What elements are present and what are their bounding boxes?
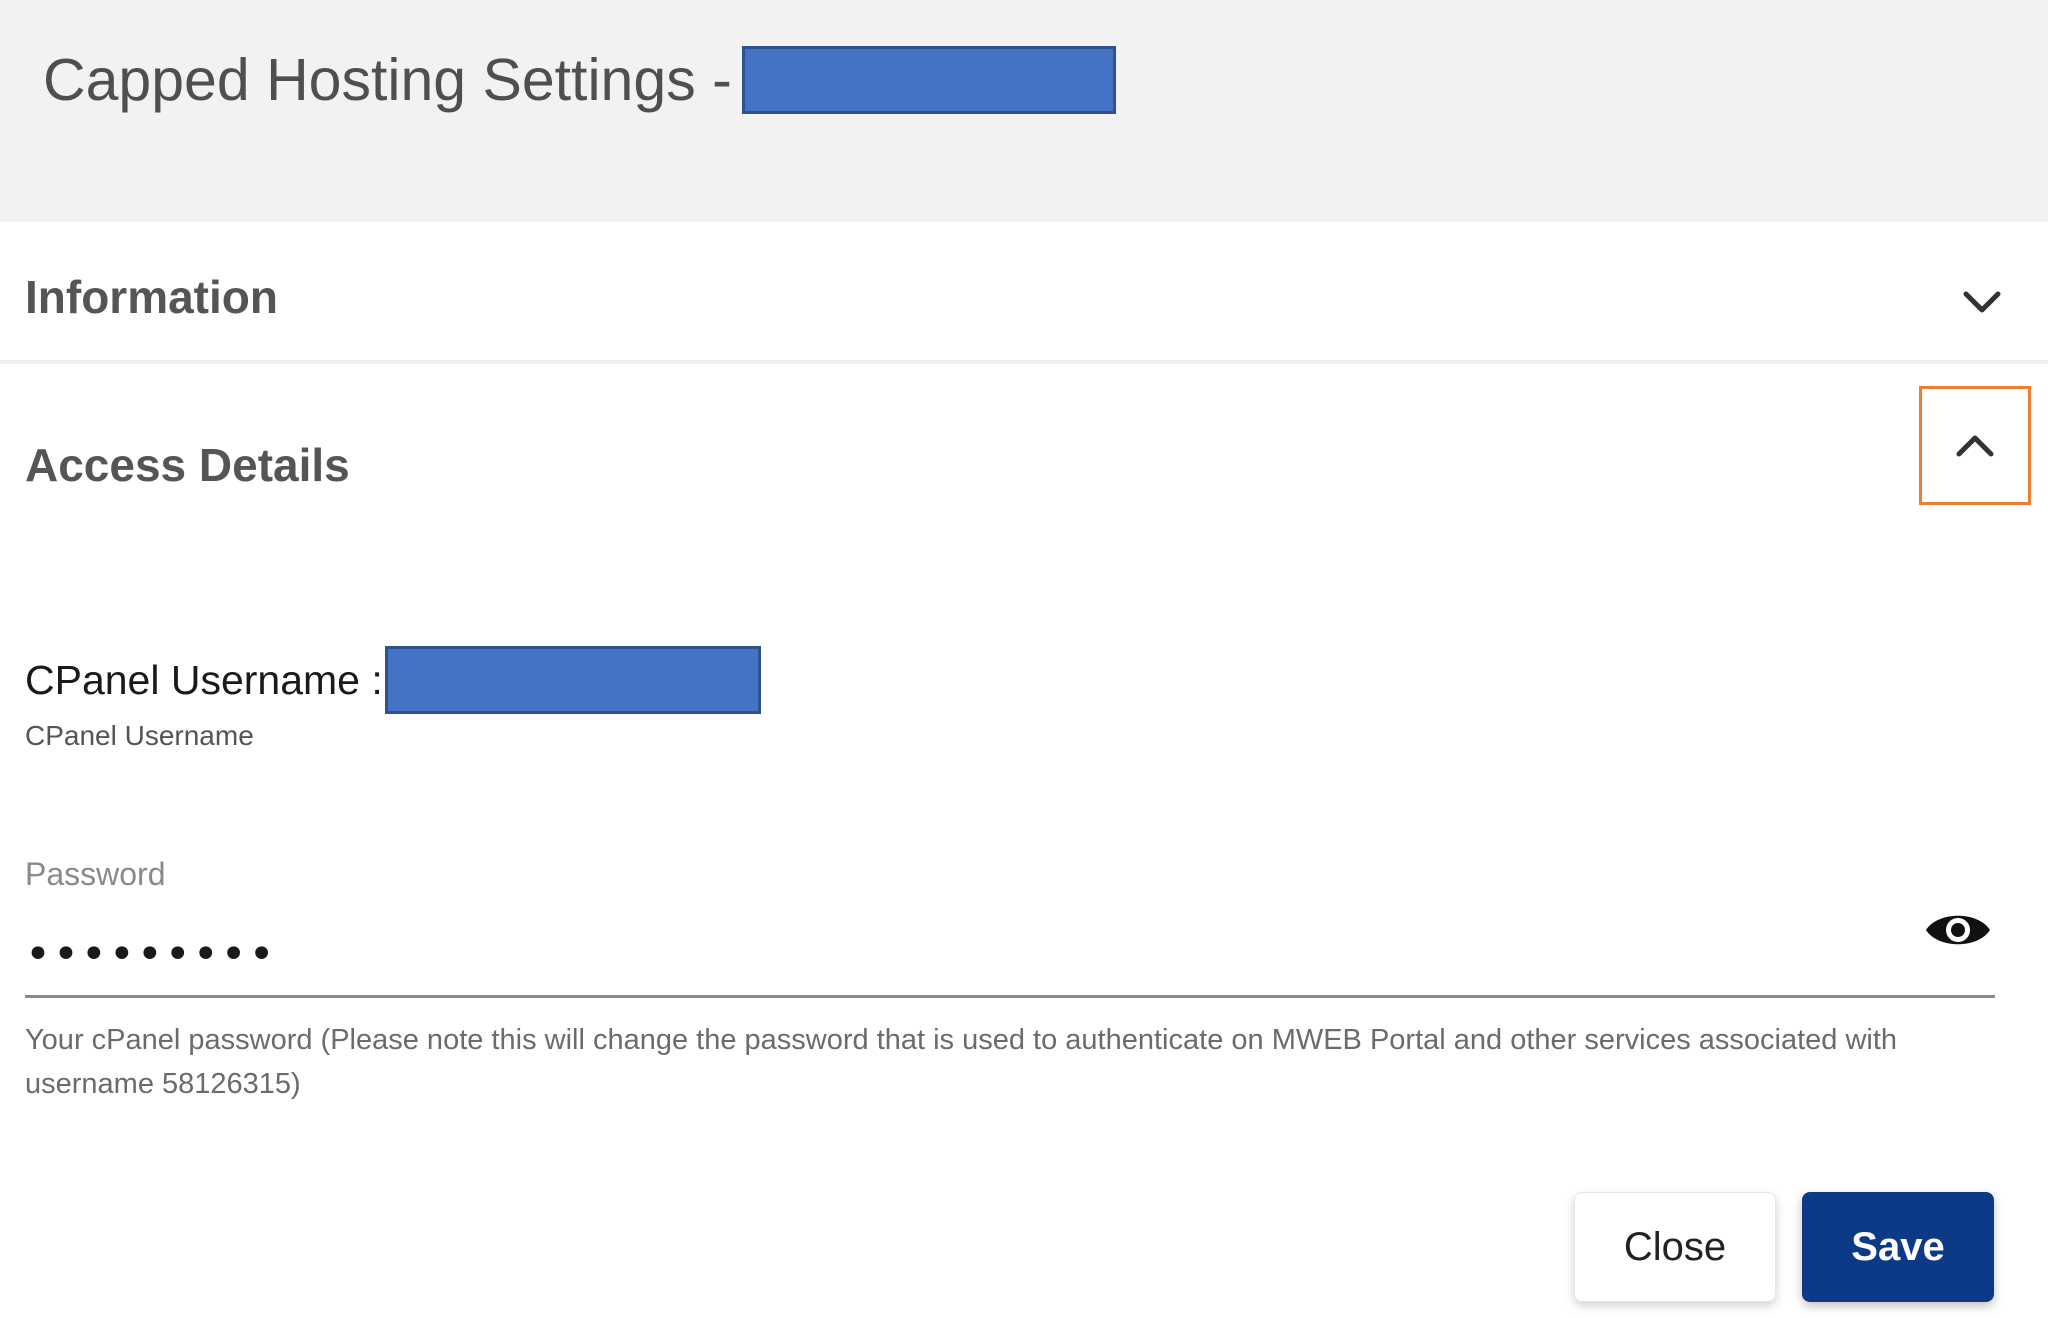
password-hint: Your cPanel password (Please note this w… <box>25 1024 1898 1100</box>
password-field[interactable] <box>25 914 1995 998</box>
accordion-access-details: Access Details CPanel Username : CPanel … <box>0 366 2048 1318</box>
redacted-domain <box>741 46 1116 114</box>
chevron-down-icon <box>1963 291 2001 313</box>
cpanel-username-label: CPanel Username : <box>25 656 383 703</box>
access-details-section-title: Access Details <box>25 439 350 491</box>
access-details-toggle-button[interactable] <box>1919 386 2031 505</box>
page-title: Capped Hosting Settings - <box>43 40 1116 120</box>
redacted-username <box>384 646 761 714</box>
accordion-information[interactable]: Information <box>0 222 2048 364</box>
password-label: Password <box>25 856 166 892</box>
information-section-title: Information <box>25 271 278 323</box>
cpanel-username-row: CPanel Username : <box>25 646 761 714</box>
dialog-header: Capped Hosting Settings - <box>0 0 2048 222</box>
cpanel-username-hint: CPanel Username <box>25 720 254 751</box>
eye-icon <box>1926 915 1990 945</box>
close-button[interactable]: Close <box>1574 1192 1776 1302</box>
page-title-text: Capped Hosting Settings - <box>43 47 732 113</box>
chevron-up-icon <box>1956 435 1994 456</box>
information-toggle-button[interactable] <box>1940 272 2024 332</box>
password-visibility-toggle[interactable] <box>1920 892 1996 968</box>
hosting-settings-dialog: Capped Hosting Settings - Information Ac… <box>0 0 2048 1318</box>
save-button[interactable]: Save <box>1802 1192 1994 1302</box>
